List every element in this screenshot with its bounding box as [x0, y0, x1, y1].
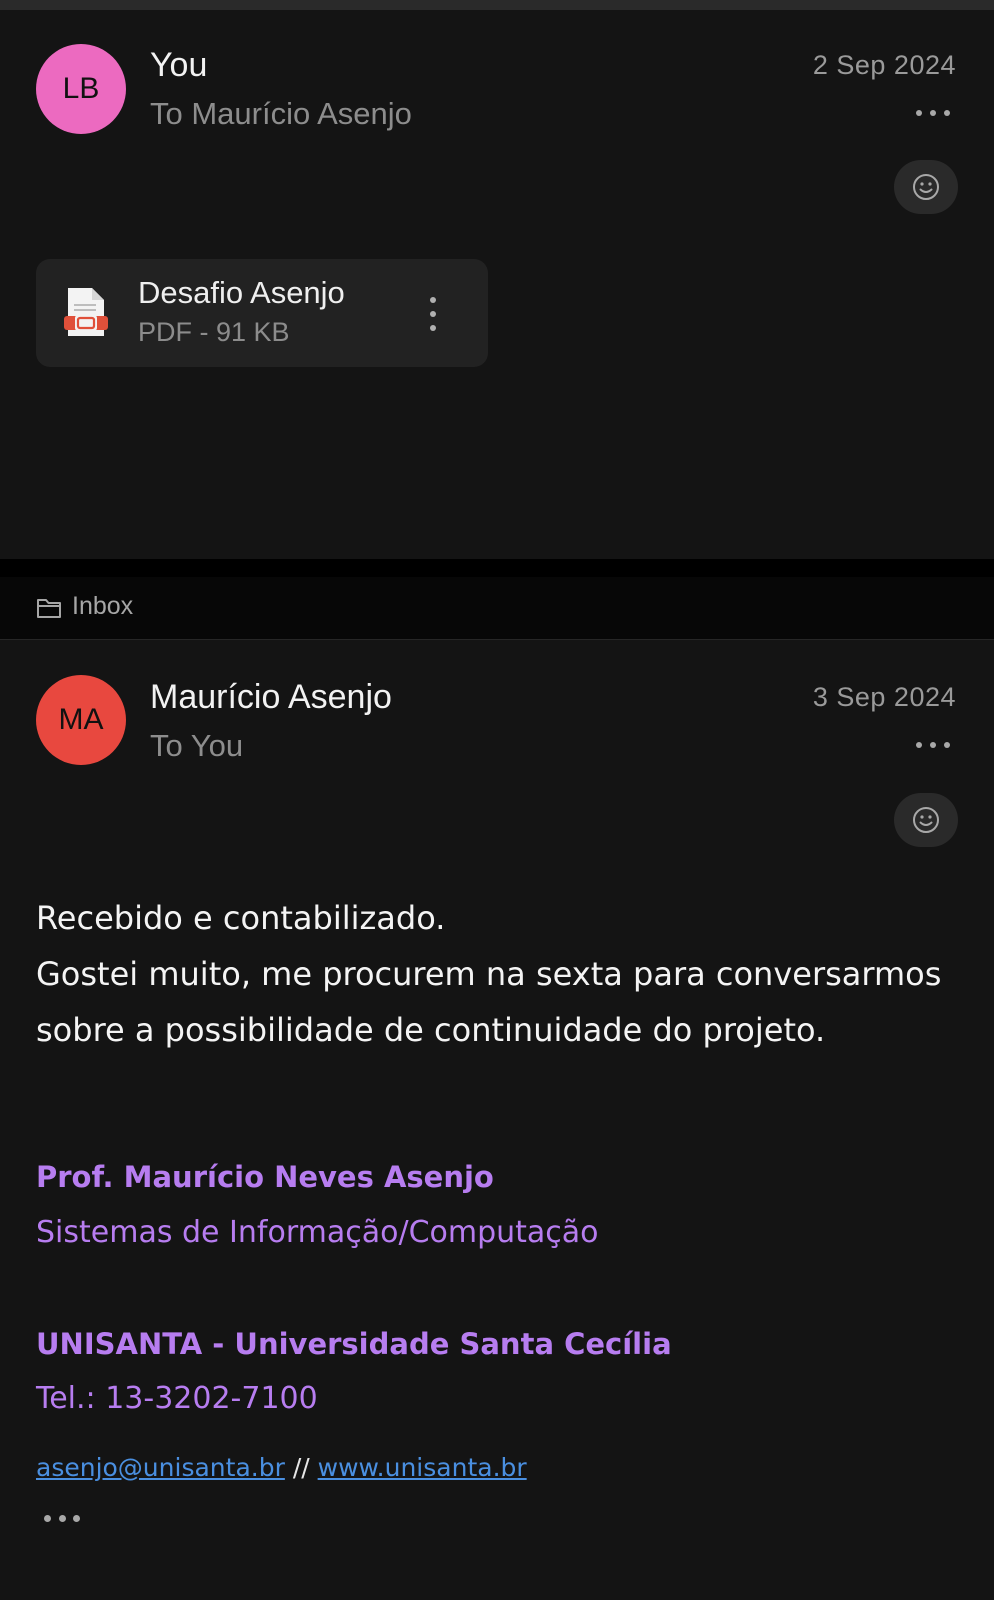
message-date: 2 Sep 2024 — [812, 50, 956, 80]
avatar[interactable]: LB — [36, 44, 126, 134]
body-line: Recebido e contabilizado. — [36, 899, 446, 937]
message-card-received: MA Maurício Asenjo To You 3 Sep 2024 Rec… — [0, 640, 994, 1600]
signature-links: asenjo@unisanta.br // www.unisanta.br — [36, 1453, 527, 1482]
email-link[interactable]: asenjo@unisanta.br — [36, 1453, 285, 1482]
recipient-line[interactable]: To You — [150, 728, 243, 764]
pdf-file-icon — [64, 288, 108, 336]
message-separator — [0, 559, 994, 577]
attachment-meta: PDF - 91 KB — [138, 317, 290, 347]
folder-bar[interactable]: Inbox — [0, 577, 994, 640]
attachment-menu-icon[interactable] — [428, 297, 438, 331]
sender-name: You — [150, 46, 208, 84]
avatar[interactable]: MA — [36, 675, 126, 765]
attachment-name: Desafio Asenjo — [138, 275, 345, 310]
signature-institution: UNISANTA - Universidade Santa Cecília — [36, 1327, 672, 1361]
add-reaction-button[interactable] — [894, 793, 958, 847]
more-options-icon[interactable] — [916, 109, 950, 117]
recipient-line[interactable]: To Maurício Asenjo — [150, 96, 412, 132]
link-separator: // — [292, 1453, 310, 1482]
more-options-icon[interactable] — [916, 741, 950, 749]
show-trimmed-content-icon[interactable] — [44, 1514, 80, 1522]
smiley-icon — [913, 174, 939, 200]
folder-icon — [37, 599, 61, 618]
signature-department: Sistemas de Informação/Computação — [36, 1215, 599, 1250]
top-edge-strip — [0, 0, 994, 10]
signature-name: Prof. Maurício Neves Asenjo — [36, 1160, 494, 1194]
attachment-card[interactable]: Desafio Asenjo PDF - 91 KB — [36, 259, 488, 367]
body-line: sobre a possibilidade de continuidade do… — [36, 1011, 826, 1049]
smiley-icon — [913, 807, 939, 833]
message-body: Recebido e contabilizado. Gostei muito, … — [36, 890, 966, 1058]
signature-phone: Tel.: 13-3202-7100 — [36, 1381, 318, 1416]
add-reaction-button[interactable] — [894, 160, 958, 214]
message-date: 3 Sep 2024 — [812, 682, 956, 712]
sender-name[interactable]: Maurício Asenjo — [150, 678, 392, 717]
body-line: Gostei muito, me procurem na sexta para … — [36, 955, 942, 993]
folder-label: Inbox — [72, 592, 134, 620]
message-card-sent: LB You To Maurício Asenjo 2 Sep 2024 Des… — [0, 10, 994, 559]
website-link[interactable]: www.unisanta.br — [318, 1453, 527, 1482]
